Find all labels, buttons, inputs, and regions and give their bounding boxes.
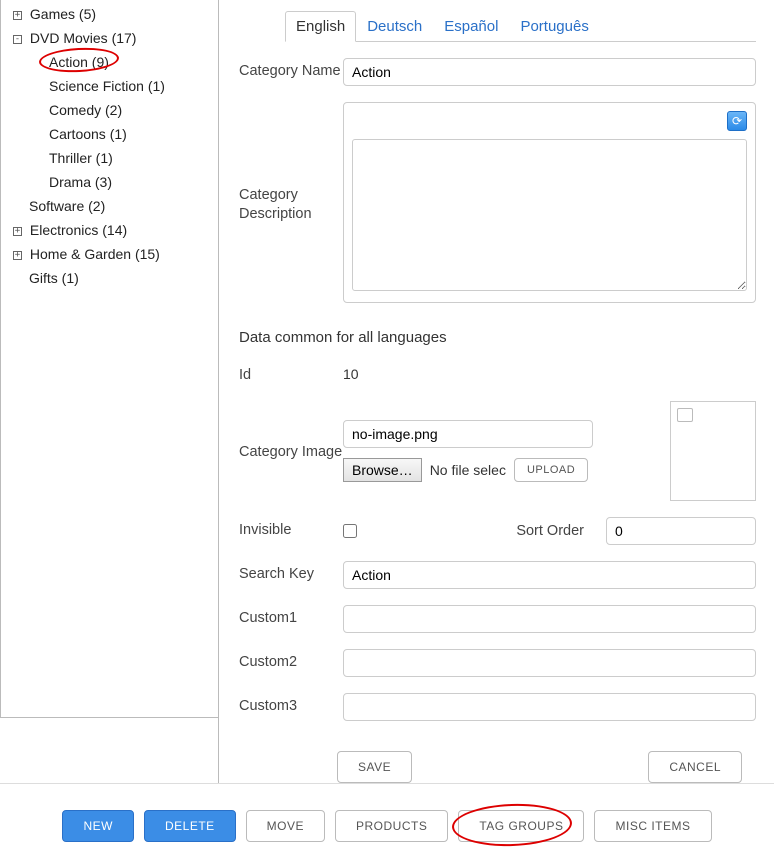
collapse-icon[interactable]: - <box>13 35 22 44</box>
move-button[interactable]: MOVE <box>246 810 325 842</box>
label-category-image: Category Image <box>239 439 343 462</box>
custom2-input[interactable] <box>343 649 756 677</box>
tree-label: DVD Movies (17) <box>30 30 137 46</box>
expand-icon[interactable]: + <box>13 227 22 236</box>
tree-label: Drama (3) <box>49 174 112 190</box>
section-common-heading: Data common for all languages <box>239 329 756 346</box>
misc-items-button[interactable]: MISC ITEMS <box>594 810 711 842</box>
save-button[interactable]: SAVE <box>337 751 412 783</box>
sort-order-input[interactable] <box>606 517 756 545</box>
tree-label: Software (2) <box>29 198 105 214</box>
cancel-button[interactable]: CANCEL <box>648 751 742 783</box>
label-sort-order: Sort Order <box>516 523 588 539</box>
tree-label: Games (5) <box>30 6 96 22</box>
label-custom3: Custom3 <box>239 693 343 716</box>
label-custom2: Custom2 <box>239 649 343 672</box>
tree-label: Home & Garden (15) <box>30 246 160 262</box>
tree-item-electronics[interactable]: + Electronics (14) <box>5 218 218 242</box>
image-file-input[interactable] <box>343 420 593 448</box>
label-category-description: Category Description <box>239 182 343 224</box>
tree-label: Thriller (1) <box>49 150 113 166</box>
bottom-toolbar: NEW DELETE MOVE PRODUCTS TAG GROUPS MISC… <box>0 810 774 842</box>
no-file-label: No file selec <box>430 462 506 478</box>
image-thumbnail <box>670 401 756 501</box>
new-button[interactable]: NEW <box>62 810 134 842</box>
category-form: English Deutsch Español Português Catego… <box>218 0 774 783</box>
tree-label: Comedy (2) <box>49 102 122 118</box>
delete-button[interactable]: DELETE <box>144 810 236 842</box>
editor-toggle-icon[interactable]: ⟳ <box>727 111 747 131</box>
products-button[interactable]: PRODUCTS <box>335 810 448 842</box>
tree-label: Cartoons (1) <box>49 126 127 142</box>
tree-item-dvd[interactable]: - DVD Movies (17) <box>5 26 218 50</box>
tree-label: Science Fiction (1) <box>49 78 165 94</box>
custom1-input[interactable] <box>343 605 756 633</box>
language-tabs: English Deutsch Español Português <box>285 10 756 42</box>
tree-item-cartoons[interactable]: Cartoons (1) <box>5 122 218 146</box>
tree-item-thriller[interactable]: Thriller (1) <box>5 146 218 170</box>
search-key-input[interactable] <box>343 561 756 589</box>
tab-espanol[interactable]: Español <box>433 11 509 42</box>
tree-label: Gifts (1) <box>29 270 79 286</box>
label-custom1: Custom1 <box>239 605 343 628</box>
tab-portugues[interactable]: Português <box>509 11 599 42</box>
label-search-key: Search Key <box>239 561 343 584</box>
browse-button[interactable]: Browse… <box>343 458 422 482</box>
tree-item-action[interactable]: Action (9) <box>5 50 218 74</box>
custom3-input[interactable] <box>343 693 756 721</box>
tab-deutsch[interactable]: Deutsch <box>356 11 433 42</box>
tree-item-drama[interactable]: Drama (3) <box>5 170 218 194</box>
expand-icon[interactable]: + <box>13 251 22 260</box>
label-id: Id <box>239 362 343 385</box>
category-name-input[interactable] <box>343 58 756 86</box>
category-description-textarea[interactable] <box>352 139 747 291</box>
invisible-checkbox[interactable] <box>343 524 357 538</box>
tree-item-software[interactable]: Software (2) <box>5 194 218 218</box>
tag-groups-button[interactable]: TAG GROUPS <box>458 810 584 842</box>
tree-label: Action (9) <box>49 54 109 70</box>
tree-label: Electronics (14) <box>30 222 127 238</box>
tab-english[interactable]: English <box>285 11 356 42</box>
tree-item-comedy[interactable]: Comedy (2) <box>5 98 218 122</box>
tree-item-scifi[interactable]: Science Fiction (1) <box>5 74 218 98</box>
expand-icon[interactable]: + <box>13 11 22 20</box>
tree-item-games[interactable]: + Games (5) <box>5 2 218 26</box>
category-tree: + Games (5) - DVD Movies (17) Action (9)… <box>0 0 218 718</box>
id-value: 10 <box>343 362 756 382</box>
description-editor: ⟳ <box>343 102 756 303</box>
label-category-name: Category Name <box>239 58 343 81</box>
tree-item-homegarden[interactable]: + Home & Garden (15) <box>5 242 218 266</box>
upload-button[interactable]: UPLOAD <box>514 458 588 482</box>
label-invisible: Invisible <box>239 517 343 540</box>
tree-item-gifts[interactable]: Gifts (1) <box>5 266 218 290</box>
